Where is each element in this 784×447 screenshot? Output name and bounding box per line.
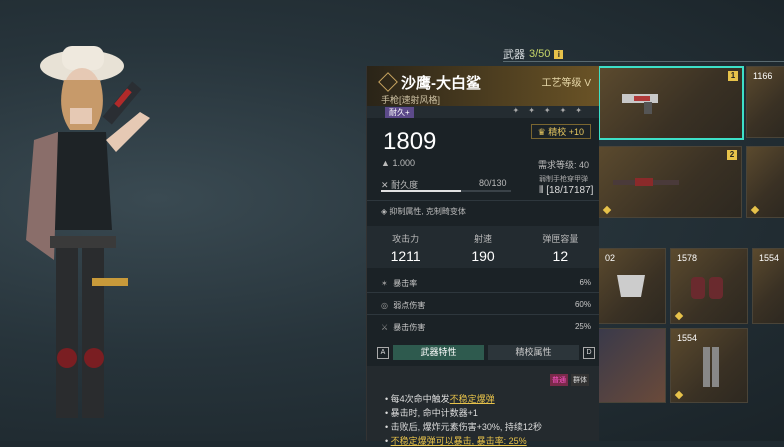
power-value: 1554	[677, 333, 698, 343]
durability-fill	[381, 190, 461, 192]
rarity-diamond-icon	[674, 311, 684, 321]
ammo-count: ⦀ [18/17187]	[539, 185, 594, 196]
slash-icon: ⚔	[381, 323, 389, 332]
wrench-icon: ✕	[381, 180, 389, 190]
weapon-type-icon	[378, 72, 398, 92]
level-requirement: 需求等级: 40	[537, 160, 589, 170]
category-label: 武器	[503, 49, 525, 61]
item-card-glow[interactable]	[598, 328, 666, 403]
item-card-desert-eagle[interactable]: 1	[598, 66, 744, 140]
divider	[367, 314, 599, 315]
item-count: 3/50	[529, 48, 551, 60]
key-hint-d[interactable]: D	[583, 346, 595, 359]
character-figure	[26, 46, 150, 418]
mask-icon	[617, 275, 645, 297]
crit-icon: ✶	[381, 279, 388, 288]
pistol-icon	[622, 94, 658, 114]
power-value: 1166	[753, 71, 773, 81]
effects-section: 普通 群体 • 每4次命中触发不稳定爆弹 • 暴击时, 命中计数器+1 • 击败…	[367, 366, 599, 446]
star-slots: ✦✦✦✦✦	[512, 106, 591, 115]
tab-weapon-traits[interactable]: 武器特性	[393, 345, 484, 360]
badge-normal: 普通	[550, 374, 568, 386]
ammo-info: 弱制手枪穿甲弹 ⦀ [18/17187]	[539, 174, 593, 196]
gloves-icon	[691, 277, 723, 299]
refine-badge: ♛ 精校 +10	[530, 124, 591, 139]
divider	[367, 292, 599, 293]
rarity-diamond-icon	[750, 205, 760, 215]
item-header: 沙鹰-大白鲨 手枪[速射风格] 工艺等级 V	[367, 66, 599, 106]
substat-weakpoint: ◎ 弱点伤害 60%	[381, 300, 591, 310]
ammo-type: 弱制手枪穿甲弹	[539, 176, 588, 183]
substat-crit-damage: ⚔ 暴击伤害 25%	[381, 322, 591, 332]
item-detail-panel: 沙鹰-大白鲨 手枪[速射风格] 工艺等级 V 耐久+ ✦✦✦✦✦ 1809 ♛ …	[366, 66, 599, 446]
rarity-diamond-icon	[674, 390, 684, 400]
crown-icon: ♛	[537, 127, 546, 137]
inventory-header: 武器 3/50 i	[503, 46, 564, 62]
tag-row: 耐久+ ✦✦✦✦✦	[367, 106, 599, 118]
item-card-right-top[interactable]: 1166	[746, 66, 784, 138]
power-value: 02	[605, 253, 616, 263]
power-value: 1578	[677, 253, 698, 263]
item-card-pants[interactable]: 1554	[670, 328, 748, 403]
stat-magazine: 弹匣容量 12	[542, 234, 579, 264]
stat-attack: 攻击力 1211	[390, 234, 421, 264]
item-card-right-mid[interactable]	[746, 146, 784, 218]
weight: ▲ 1.000	[381, 158, 415, 168]
item-subtitle: 手枪[速射风格]	[381, 95, 441, 105]
item-card-right-gear[interactable]: 1554	[752, 248, 784, 324]
rifle-icon	[613, 178, 679, 186]
tab-refine-attributes[interactable]: 精校属性	[488, 345, 579, 360]
effect-line-1: • 每4次命中触发不稳定爆弹	[385, 394, 495, 404]
target-icon: ◎	[381, 301, 388, 310]
durability-tag: 耐久+	[385, 107, 414, 118]
substat-crit-rate: ✶ 暴击率 6%	[381, 278, 591, 288]
divider	[367, 200, 599, 201]
stat-fire-rate: 射速 190	[471, 234, 495, 264]
key-hint-a[interactable]: A	[377, 346, 389, 359]
item-card-mask[interactable]: 02	[598, 248, 666, 324]
effect-line-2: • 暴击时, 命中计数器+1	[385, 408, 478, 418]
info-icon[interactable]: i	[554, 49, 564, 59]
header-divider	[503, 61, 784, 62]
item-card-rifle[interactable]: 2	[598, 146, 742, 218]
pants-icon	[703, 347, 719, 387]
trait-diamond-icon: ◈	[381, 207, 388, 216]
main-stats: 攻击力 1211 射速 190 弹匣容量 12	[367, 226, 599, 268]
effect-badges: 普通 群体	[550, 374, 589, 386]
rarity-diamond-icon	[602, 205, 612, 215]
durability-value: 80/130	[479, 178, 507, 188]
power-value: 1554	[759, 253, 780, 263]
bullet-icon: ⦀	[539, 185, 544, 196]
trait: ◈ 抑制属性, 克制畸变体	[381, 207, 466, 216]
power-score: 1809	[383, 128, 437, 155]
craft-level: 工艺等级 V	[541, 78, 591, 89]
effect-line-3: • 击败后, 爆炸元素伤害+30%, 持续12秒	[385, 422, 542, 432]
durability-bar	[381, 190, 511, 192]
unstable-bomb-link[interactable]: 不稳定爆弹	[450, 394, 495, 404]
weight-icon: ▲	[381, 158, 390, 168]
badge-group: 群体	[571, 374, 589, 386]
item-name: 沙鹰-大白鲨	[401, 75, 481, 92]
item-card-gloves[interactable]: 1578	[670, 248, 748, 324]
detail-tabs: A 武器特性 精校属性 D	[377, 345, 595, 360]
slot-badge: 2	[727, 150, 737, 160]
slot-badge: 1	[728, 71, 738, 81]
